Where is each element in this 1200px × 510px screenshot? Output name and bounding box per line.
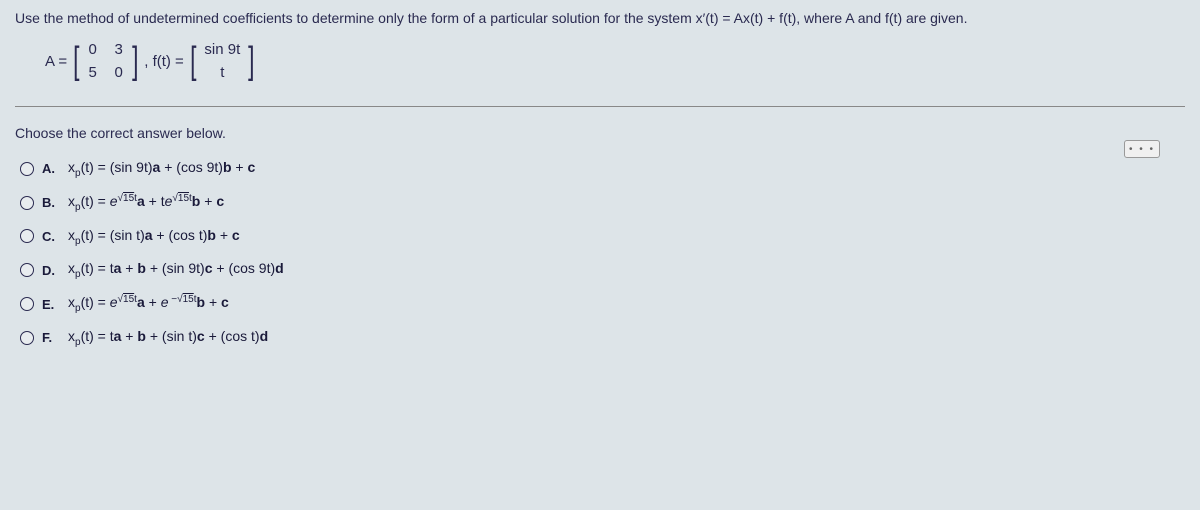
option-label: B. [42,195,60,210]
radio-icon[interactable] [20,162,34,176]
divider [15,106,1185,107]
matrix-cell: 0 [86,41,100,58]
radio-icon[interactable] [20,196,34,210]
option-formula: xp(t) = e√15ta + te√15tb + c [68,193,224,213]
matrix-cell: 5 [86,64,100,81]
right-bracket-icon: ] [248,46,254,76]
option-c[interactable]: C. xp(t) = (sin t)a + (cos t)b + c [20,227,1185,247]
option-formula: xp(t) = ta + b + (sin 9t)c + (cos 9t)d [68,260,284,280]
option-f[interactable]: F. xp(t) = ta + b + (sin t)c + (cos t)d [20,328,1185,348]
option-e[interactable]: E. xp(t) = e√15ta + e −√15tb + c [20,294,1185,314]
question-text: Use the method of undetermined coefficie… [15,10,1185,26]
left-bracket-icon: [ [73,46,79,76]
left-bracket-icon: [ [190,46,196,76]
more-options-button[interactable]: • • • [1124,140,1160,158]
radio-icon[interactable] [20,297,34,311]
radio-icon[interactable] [20,263,34,277]
answer-prompt: Choose the correct answer below. [15,125,1185,141]
vector-entry: t [204,64,240,81]
option-label: F. [42,330,60,345]
radio-icon[interactable] [20,229,34,243]
option-label: A. [42,161,60,176]
option-formula: xp(t) = ta + b + (sin t)c + (cos t)d [68,328,268,348]
option-label: E. [42,297,60,312]
option-formula: xp(t) = (sin t)a + (cos t)b + c [68,227,240,247]
vector-entry: sin 9t [204,41,240,58]
matrix-cell: 3 [112,41,126,58]
matrix-A: [ 0 3 5 0 ] [71,41,140,81]
options-list: A. xp(t) = (sin 9t)a + (cos 9t)b + c B. … [20,159,1185,348]
A-label: A = [45,53,67,70]
option-formula: xp(t) = e√15ta + e −√15tb + c [68,294,229,314]
option-label: C. [42,229,60,244]
matrix-equation: A = [ 0 3 5 0 ] , f(t) = [ sin 9t t ] [45,41,1185,81]
matrix-cell: 0 [112,64,126,81]
option-d[interactable]: D. xp(t) = ta + b + (sin 9t)c + (cos 9t)… [20,260,1185,280]
radio-icon[interactable] [20,331,34,345]
option-a[interactable]: A. xp(t) = (sin 9t)a + (cos 9t)b + c [20,159,1185,179]
right-bracket-icon: ] [132,46,138,76]
option-formula: xp(t) = (sin 9t)a + (cos 9t)b + c [68,159,255,179]
vector-f: [ sin 9t t ] [188,41,257,81]
option-label: D. [42,263,60,278]
option-b[interactable]: B. xp(t) = e√15ta + te√15tb + c [20,193,1185,213]
f-label: , f(t) = [144,53,184,70]
